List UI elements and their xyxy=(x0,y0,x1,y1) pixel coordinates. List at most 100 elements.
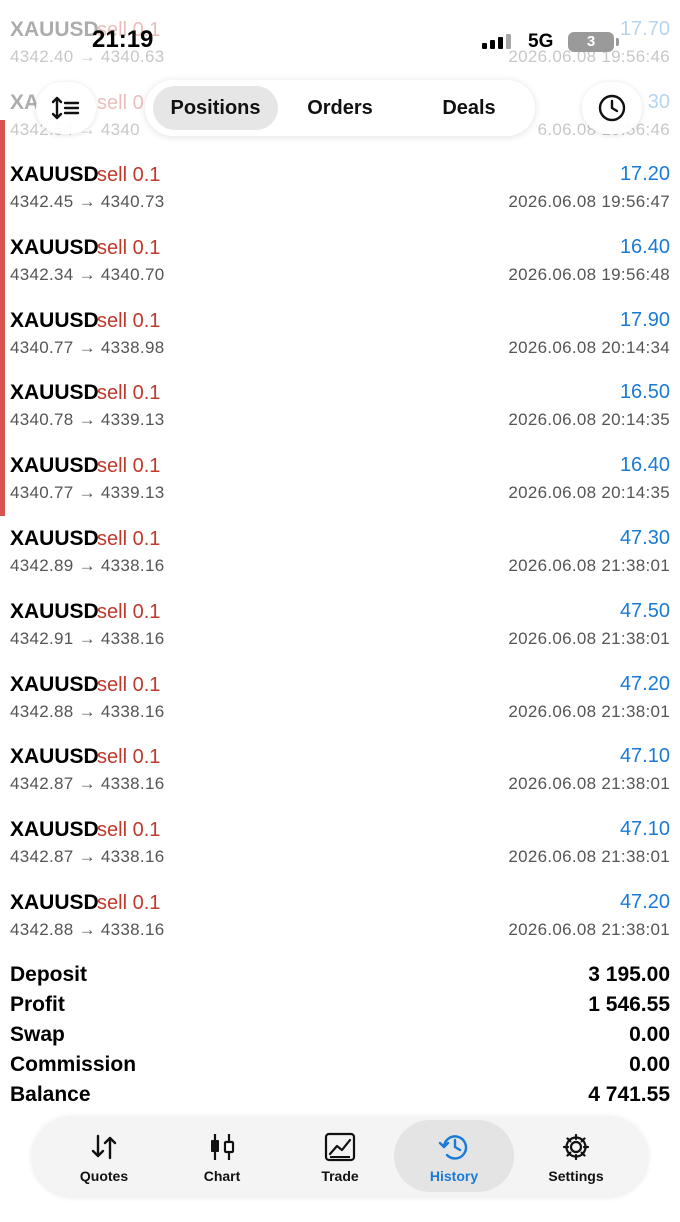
deal-row[interactable]: XAUUSD sell 0.1 47.10 4342.87 → 4338.16 2026… xyxy=(0,745,680,818)
deal-time: 2026.06.08 21:38:01 xyxy=(508,701,670,721)
signal-icon xyxy=(482,33,516,49)
deal-profit: 47.50 xyxy=(619,599,670,622)
deal-side: sell 0.1 xyxy=(97,892,161,914)
deal-row[interactable]: XAUUSD sell 0.1 16.40 4342.34 → 4340.70 2026… xyxy=(0,236,680,309)
deal-row[interactable]: XAUUSD sell 0.1 17.20 4342.45 → 4340.73 2026… xyxy=(0,163,680,236)
deal-time: 2026.06.08 19:56:48 xyxy=(508,264,670,284)
deal-side: sell 0.1 xyxy=(97,236,161,259)
deal-profit: 16.50 xyxy=(619,381,670,404)
deal-profit: 16.40 xyxy=(619,454,670,477)
nav-history[interactable]: History xyxy=(394,1120,514,1192)
gear-icon xyxy=(562,1133,590,1161)
deal-side: sell 0.1 xyxy=(97,673,161,696)
deal-prices: 4340.78 → 4339.13 xyxy=(10,410,165,430)
nav-label: Settings xyxy=(548,1168,604,1184)
deal-prices: 4340.77 → 4338.98 xyxy=(10,337,165,357)
summary-value: 4 741.55 xyxy=(588,1083,670,1106)
deal-side: sell 0.1 xyxy=(97,382,161,405)
status-time: 21:19 xyxy=(92,26,154,53)
deal-row[interactable]: XAUUSD sell 0.1 47.20 4342.88 → 4338.16 2026… xyxy=(0,891,680,964)
battery-icon: 3 xyxy=(568,32,619,52)
summary-value: 1 546.55 xyxy=(588,993,670,1016)
deal-side: sell 0.1 xyxy=(97,746,161,769)
summary-label: Balance xyxy=(10,1083,91,1106)
summary-label: Profit xyxy=(10,993,65,1016)
deal-prices: 4342.88 → 4338.16 xyxy=(10,701,165,721)
deal-profit: 47.20 xyxy=(619,672,670,695)
tab-orders[interactable]: Orders xyxy=(280,86,400,130)
deal-prices: 4340.77 → 4339.13 xyxy=(10,483,165,503)
deal-row[interactable]: XAUUSD sell 0.1 47.50 4342.91 → 4338.16 2026… xyxy=(0,600,680,673)
tab-positions[interactable]: Positions xyxy=(153,86,278,130)
tab-deals[interactable]: Deals xyxy=(407,86,531,130)
summary-row: Deposit 3 195.00 xyxy=(0,961,680,991)
deal-profit: 30 xyxy=(647,91,670,113)
nav-chart[interactable]: Chart xyxy=(162,1120,282,1192)
nav-settings[interactable]: Settings xyxy=(516,1120,636,1192)
deal-side: sell 0.1 xyxy=(97,455,161,478)
nav-label: Quotes xyxy=(79,1168,129,1184)
deal-symbol: XAUUSD xyxy=(10,745,99,769)
deal-prices: 4342.89 → 4338.16 xyxy=(10,556,165,575)
bottom-nav: Quotes Chart Trade History Settings xyxy=(32,1116,648,1196)
deal-side: sell 0.1 xyxy=(97,528,161,550)
period-button[interactable] xyxy=(582,82,642,134)
deal-time: 2026.06.08 20:14:34 xyxy=(508,337,670,357)
deal-row[interactable]: XAUUSD sell 0.1 47.30 4342.89 → 4338.16 2026… xyxy=(0,527,680,600)
deal-time: 2026.06.08 19:56:47 xyxy=(508,192,670,211)
deal-time: 2026.06.08 21:38:01 xyxy=(508,774,670,794)
summary-value: 0.00 xyxy=(629,1053,670,1076)
deal-symbol: XAUUSD xyxy=(10,599,99,623)
network-type: 5G xyxy=(528,31,554,52)
deal-side: sell 0 xyxy=(97,92,144,114)
summary-value: 3 195.00 xyxy=(588,963,670,986)
nav-quotes[interactable]: Quotes xyxy=(44,1120,164,1192)
deal-symbol: XAUUSD xyxy=(10,527,99,550)
summary-row: Swap 0.00 xyxy=(0,1021,680,1051)
summary-value: 0.00 xyxy=(629,1023,670,1046)
deal-row[interactable]: XAUUSD sell 0.1 47.10 4342.87 → 4338.16 2026… xyxy=(0,818,680,891)
deal-row[interactable]: XAUUSD sell 0.1 16.40 4340.77 → 4339.13 2026… xyxy=(0,454,680,527)
trade-chart-icon xyxy=(324,1132,356,1162)
deal-symbol: XAUUSD xyxy=(10,891,99,914)
clock-icon xyxy=(598,94,626,122)
deal-time: 2026.06.08 21:38:01 xyxy=(508,920,670,939)
deal-symbol: XAUUSD xyxy=(10,163,99,186)
sort-icon xyxy=(51,96,80,120)
quotes-arrows-icon xyxy=(91,1134,117,1160)
deal-time: 2026.06.08 21:38:01 xyxy=(508,556,670,575)
history-clock-icon xyxy=(438,1135,468,1160)
sort-button[interactable] xyxy=(36,82,96,134)
deal-time: 2026.06.08 20:14:35 xyxy=(508,483,670,503)
deal-symbol: XAUUSD xyxy=(10,454,99,478)
nav-trade[interactable]: Trade xyxy=(280,1120,400,1192)
deal-prices: 4342.91 → 4338.16 xyxy=(10,628,165,648)
deal-profit: 47.30 xyxy=(619,527,670,549)
summary-row: Profit 1 546.55 xyxy=(0,991,680,1021)
deal-prices: 4342.87 → 4338.16 xyxy=(10,774,165,794)
deal-profit: 17.90 xyxy=(619,308,670,331)
nav-label: Chart xyxy=(203,1168,241,1184)
deal-side: sell 0.1 xyxy=(97,600,161,623)
summary-row: Balance 4 741.55 xyxy=(0,1081,680,1111)
deal-symbol: XAUUSD xyxy=(10,672,99,696)
deal-prices: 4342.87 → 4338.16 xyxy=(10,847,165,867)
deal-row[interactable]: XAUUSD sell 0.1 17.90 4340.77 → 4338.98 2026… xyxy=(0,309,680,382)
deal-side: sell 0.1 xyxy=(97,309,161,332)
deal-profit: 17.20 xyxy=(619,163,670,185)
nav-label: Trade xyxy=(321,1168,359,1184)
summary-row: Commission 0.00 xyxy=(0,1051,680,1081)
candlestick-icon xyxy=(211,1134,235,1160)
deal-prices: 4342.45 → 4340.73 xyxy=(10,192,165,211)
nav-label: History xyxy=(429,1168,479,1184)
summary-label: Deposit xyxy=(10,963,88,986)
deal-symbol: XA xyxy=(10,91,40,114)
deal-time: 2026.06.08 21:38:01 xyxy=(508,628,670,648)
history-tabs: Positions Orders Deals xyxy=(145,80,535,136)
summary-panel: Deposit 3 195.00 Profit 1 546.55 Swap 0.00 Com… xyxy=(0,961,680,1111)
deal-symbol: XAUUSD xyxy=(10,308,99,332)
deal-row[interactable]: XAUUSD sell 0.1 16.50 4340.78 → 4339.13 2026… xyxy=(0,381,680,454)
deal-row[interactable]: XAUUSD sell 0.1 47.20 4342.88 → 4338.16 2026… xyxy=(0,673,680,746)
deal-profit: 47.10 xyxy=(619,745,670,768)
deal-side: sell 0.1 xyxy=(97,164,161,186)
